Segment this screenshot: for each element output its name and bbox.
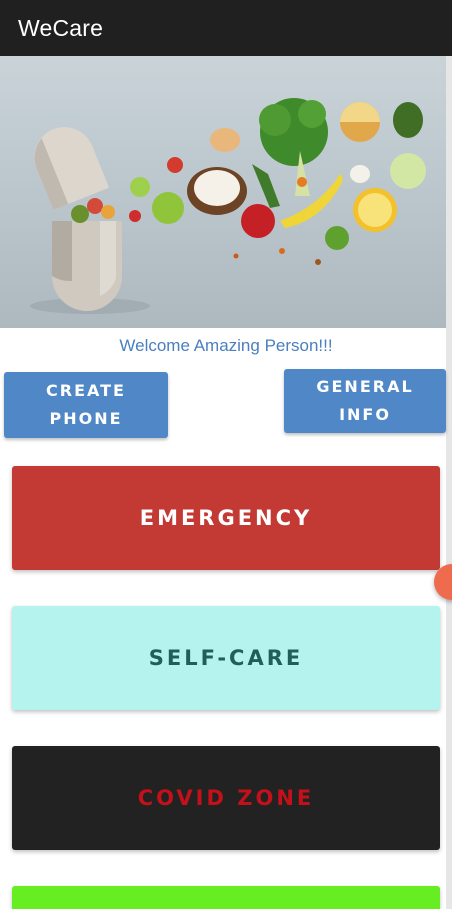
emergency-button[interactable]: EMERGENCY: [12, 466, 440, 570]
general-info-label-line-2: INFO: [339, 405, 391, 424]
self-care-button[interactable]: SELF-CARE: [12, 606, 440, 710]
welcome-message: Welcome Amazing Person!!!: [119, 336, 333, 355]
covid-zone-label: COVID ZONE: [137, 786, 315, 810]
create-phone-label-line-1: CREATE: [46, 381, 126, 400]
app-title: WeCare: [18, 14, 104, 41]
pill-with-fruits-illustration: [30, 98, 426, 314]
general-info-button[interactable]: GENERAL INFO: [284, 369, 446, 433]
create-phone-label: CREATE PHONE: [46, 377, 126, 433]
right-scroll-edge: [446, 56, 452, 909]
self-care-label: SELF-CARE: [148, 646, 304, 670]
bottom-green-button[interactable]: [12, 886, 440, 909]
general-info-label: GENERAL INFO: [316, 373, 413, 429]
emergency-label: EMERGENCY: [139, 506, 313, 530]
general-info-label-line-1: GENERAL: [316, 377, 414, 396]
create-phone-label-line-2: PHONE: [49, 409, 123, 428]
create-phone-button[interactable]: CREATE PHONE: [4, 372, 168, 438]
app-bar: WeCare: [0, 0, 452, 56]
covid-zone-button[interactable]: COVID ZONE: [12, 746, 440, 850]
hero-image: [0, 56, 446, 328]
